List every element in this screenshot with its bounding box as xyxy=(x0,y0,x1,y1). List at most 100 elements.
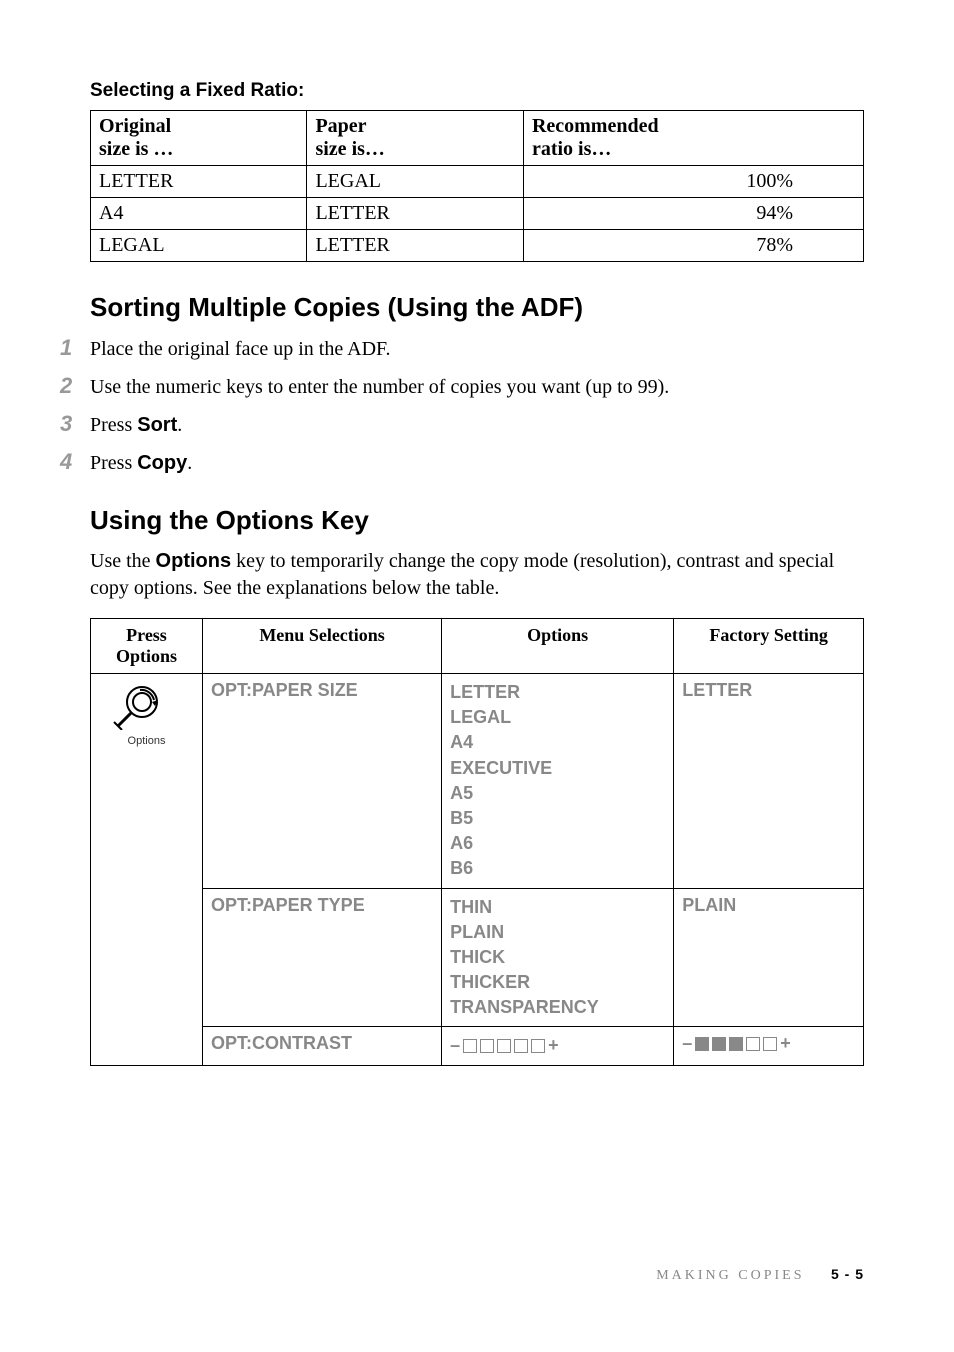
cell-ratio: 100% xyxy=(523,166,863,198)
contrast-box xyxy=(729,1037,743,1051)
options-heading: Using the Options Key xyxy=(90,505,864,536)
step-number: 3 xyxy=(60,411,90,437)
text: Use the numeric keys to enter the number… xyxy=(90,376,669,398)
step: 3 Press Sort. xyxy=(60,411,864,437)
factory-setting: LETTER xyxy=(674,674,864,889)
button-label: Copy xyxy=(137,452,187,474)
options-list: LETTER LEGAL A4 EXECUTIVE A5 B5 A6 B6 xyxy=(442,674,674,889)
cell-paper: LETTER xyxy=(307,198,523,230)
step-number: 1 xyxy=(60,335,90,361)
options-paragraph: Use the Options key to temporarily chang… xyxy=(90,548,864,602)
step-text: Use the numeric keys to enter the number… xyxy=(90,376,669,399)
option: LEGAL xyxy=(450,707,511,727)
col-header-factory: Factory Setting xyxy=(674,619,864,674)
col-header-ratio: Recommended ratio is… xyxy=(523,111,863,166)
table-row: A4 LETTER 94% xyxy=(91,198,864,230)
minus-icon: – xyxy=(682,1033,692,1054)
option: A4 xyxy=(450,732,473,752)
col-header-text: size is… xyxy=(315,138,384,160)
contrast-box xyxy=(695,1037,709,1051)
page-number: 5 - 5 xyxy=(831,1266,864,1282)
key-label: Options xyxy=(156,550,232,572)
option: THICKER xyxy=(450,972,530,992)
text: . xyxy=(177,414,182,436)
factory-setting: PLAIN xyxy=(674,888,864,1027)
col-header-press: Press Options xyxy=(91,619,203,674)
text: Use the xyxy=(90,550,156,572)
contrast-box xyxy=(480,1039,494,1053)
cell-original: A4 xyxy=(91,198,307,230)
col-header-text: Original xyxy=(99,115,171,137)
step: 2 Use the numeric keys to enter the numb… xyxy=(60,373,864,399)
text: . xyxy=(187,452,192,474)
fixed-ratio-heading: Selecting a Fixed Ratio: xyxy=(90,80,864,102)
step-number: 2 xyxy=(60,373,90,399)
step: 1 Place the original face up in the ADF. xyxy=(60,335,864,361)
table-row: OPT:CONTRAST – + – xyxy=(91,1027,864,1065)
contrast-box xyxy=(497,1039,511,1053)
col-header-options: Options xyxy=(442,619,674,674)
contrast-box xyxy=(463,1039,477,1053)
text: Press xyxy=(90,414,137,436)
ratio-table: Original size is … Paper size is… Recomm… xyxy=(90,110,864,262)
option: THIN xyxy=(450,897,492,917)
menu-selection: OPT:PAPER SIZE xyxy=(203,674,442,889)
button-label: Sort xyxy=(137,414,177,436)
step-number: 4 xyxy=(60,449,90,475)
steps-list: 1 Place the original face up in the ADF.… xyxy=(60,335,864,475)
sorting-heading: Sorting Multiple Copies (Using the ADF) xyxy=(90,292,864,323)
option: EXECUTIVE xyxy=(450,758,552,778)
text: Press xyxy=(126,625,167,645)
option: PLAIN xyxy=(450,922,504,942)
menu-selection: OPT:PAPER TYPE xyxy=(203,888,442,1027)
contrast-box xyxy=(514,1039,528,1053)
footer-section: MAKING COPIES xyxy=(656,1268,804,1283)
menu-selection: OPT:CONTRAST xyxy=(203,1027,442,1065)
table-row: LETTER LEGAL 100% xyxy=(91,166,864,198)
contrast-factory: – + xyxy=(674,1027,864,1065)
cell-original: LETTER xyxy=(91,166,307,198)
contrast-options: – + xyxy=(442,1027,674,1065)
cell-original: LEGAL xyxy=(91,230,307,262)
cell-paper: LEGAL xyxy=(307,166,523,198)
page-footer: MAKING COPIES 5 - 5 xyxy=(90,1266,864,1284)
options-table: Press Options Menu Selections Options Fa… xyxy=(90,618,864,1066)
col-header-text: size is … xyxy=(99,138,173,160)
options-button-icon xyxy=(112,680,182,730)
col-header-paper: Paper size is… xyxy=(307,111,523,166)
step-text: Press Copy. xyxy=(90,452,192,475)
text: Options xyxy=(116,646,177,666)
option: A5 xyxy=(450,783,473,803)
option: A6 xyxy=(450,833,473,853)
plus-icon: + xyxy=(780,1033,791,1054)
table-row: Options OPT:PAPER SIZE LETTER LEGAL A4 E… xyxy=(91,674,864,889)
col-header-menu: Menu Selections xyxy=(203,619,442,674)
cell-ratio: 94% xyxy=(523,198,863,230)
cell-ratio: 78% xyxy=(523,230,863,262)
contrast-box xyxy=(746,1037,760,1051)
option: B6 xyxy=(450,858,473,878)
table-row: OPT:PAPER TYPE THIN PLAIN THICK THICKER … xyxy=(91,888,864,1027)
option: THICK xyxy=(450,947,505,967)
text: Place the original face up in the ADF. xyxy=(90,338,391,360)
text: Press xyxy=(90,452,137,474)
option: B5 xyxy=(450,808,473,828)
contrast-box xyxy=(763,1037,777,1051)
contrast-box xyxy=(712,1037,726,1051)
col-header-text: Paper xyxy=(315,115,366,137)
col-header-text: ratio is… xyxy=(532,138,611,160)
step-text: Press Sort. xyxy=(90,414,182,437)
contrast-box xyxy=(531,1039,545,1053)
options-button-cell: Options xyxy=(91,674,203,1066)
minus-icon: – xyxy=(450,1033,460,1058)
col-header-text: Recommended xyxy=(532,115,659,137)
col-header-original: Original size is … xyxy=(91,111,307,166)
options-icon-label: Options xyxy=(99,735,194,747)
options-list: THIN PLAIN THICK THICKER TRANSPARENCY xyxy=(442,888,674,1027)
option: LETTER xyxy=(450,682,520,702)
step-text: Place the original face up in the ADF. xyxy=(90,338,391,361)
cell-paper: LETTER xyxy=(307,230,523,262)
step: 4 Press Copy. xyxy=(60,449,864,475)
option: TRANSPARENCY xyxy=(450,997,599,1017)
table-row: LEGAL LETTER 78% xyxy=(91,230,864,262)
